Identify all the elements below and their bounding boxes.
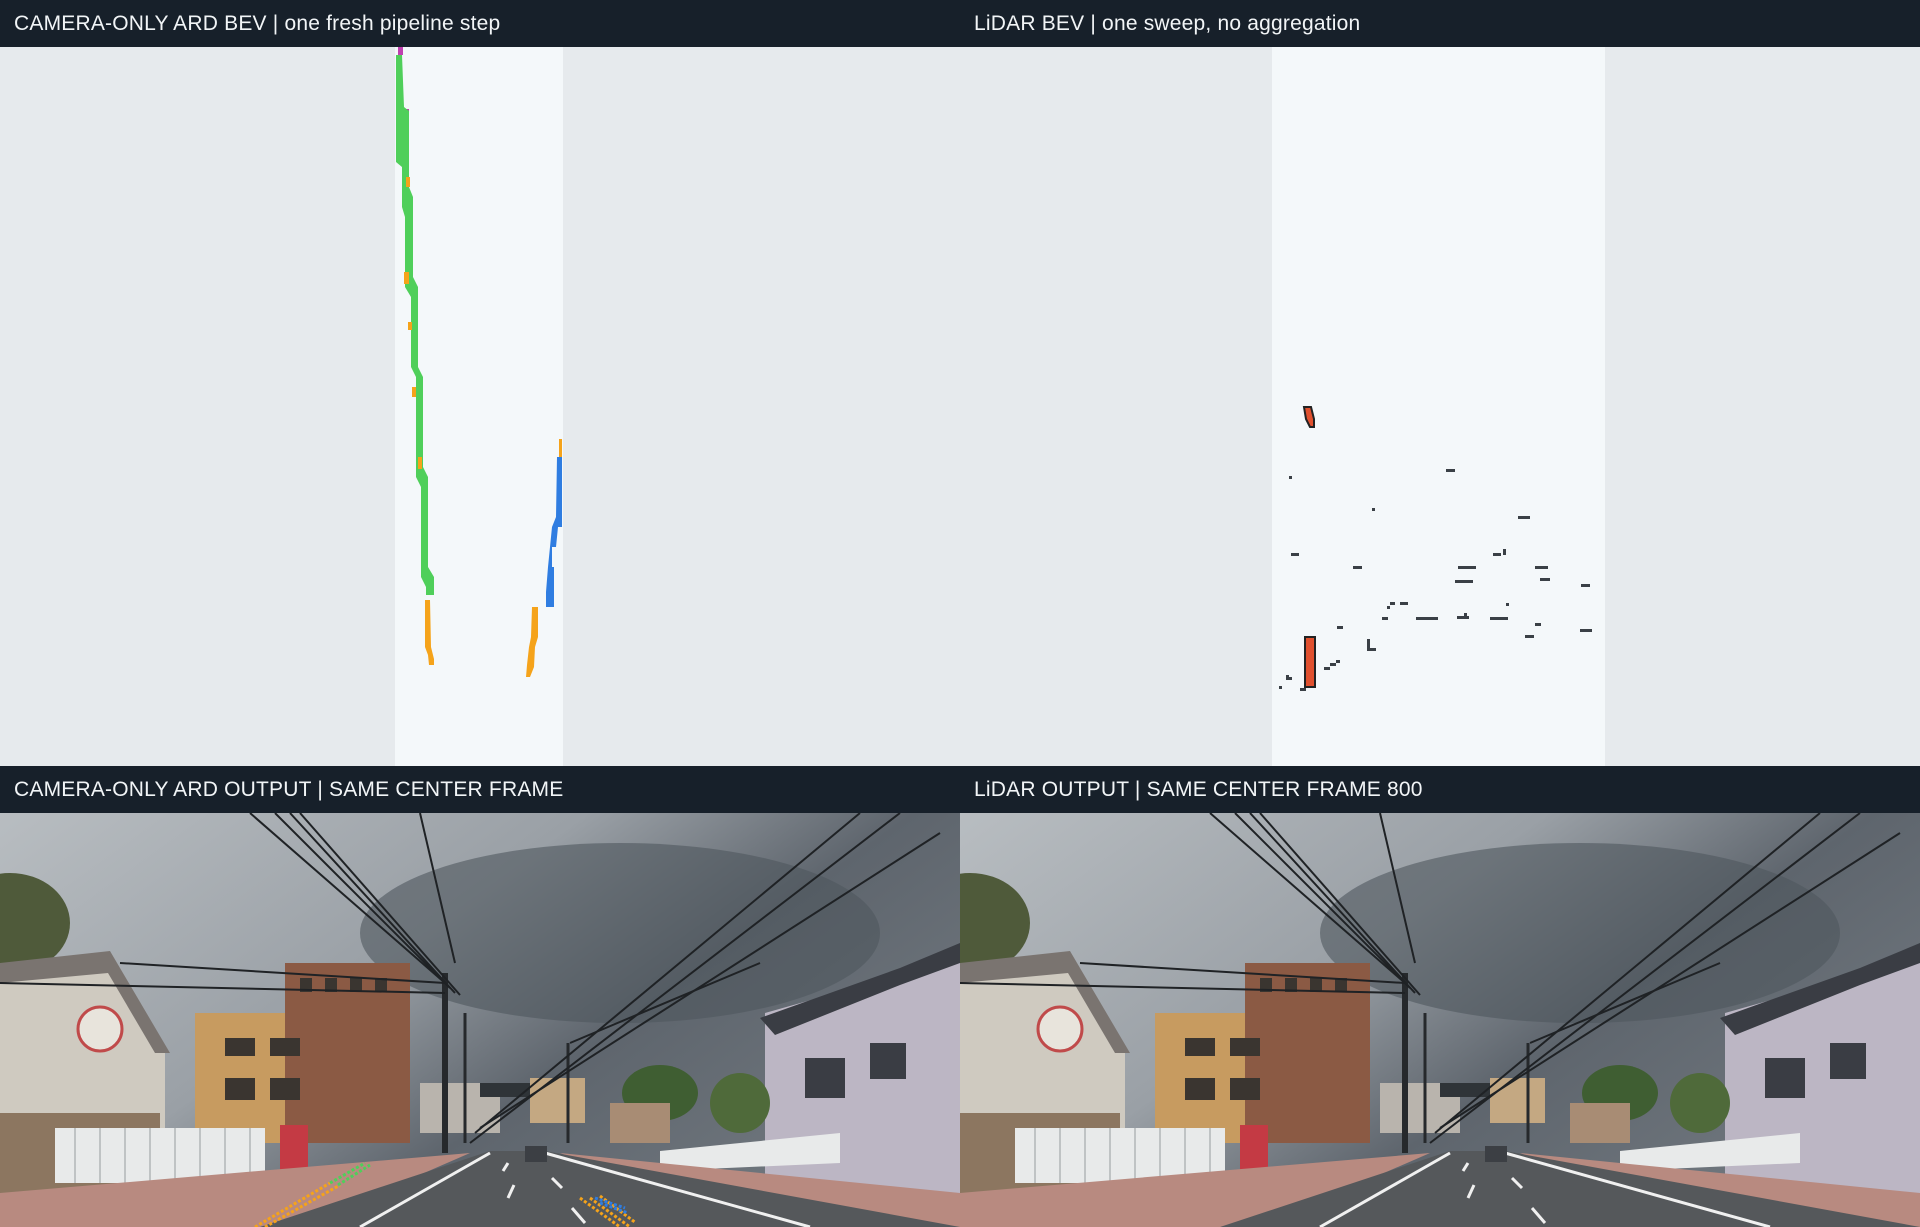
- lane-segment-orange: [412, 387, 416, 397]
- vending-machine: [1240, 1125, 1268, 1173]
- camera-bev-plot: [0, 47, 960, 766]
- lidar-object-box: [1304, 636, 1316, 688]
- lidar-bev-plot: [960, 47, 1920, 766]
- lane-segment-magenta: [398, 47, 403, 55]
- camera-output-panel: CAMERA-ONLY ARD OUTPUT | SAME CENTER FRA…: [0, 766, 960, 1227]
- street-scene: [960, 813, 1920, 1227]
- wall-sign: [1036, 1005, 1084, 1053]
- lidar-output-panel: LiDAR OUTPUT | SAME CENTER FRAME 800: [960, 766, 1920, 1227]
- house-right-window: [1765, 1058, 1805, 1098]
- lane-segment-orange: [408, 322, 412, 330]
- tree: [1670, 1073, 1730, 1133]
- car: [525, 1146, 547, 1162]
- small-house: [1570, 1103, 1630, 1143]
- lidar-output-image: [960, 813, 1920, 1227]
- lane-segment-orange: [418, 457, 422, 469]
- house-right-window: [870, 1043, 906, 1079]
- lane-segment-orange: [404, 272, 409, 284]
- lidar-bev-panel: LiDAR BEV | one sweep, no aggregation: [960, 0, 1920, 766]
- house-right-window: [805, 1058, 845, 1098]
- camera-bev-title: CAMERA-ONLY ARD BEV | one fresh pipeline…: [0, 0, 960, 47]
- camera-output-title: CAMERA-ONLY ARD OUTPUT | SAME CENTER FRA…: [0, 766, 960, 813]
- lane-segment-orange: [559, 439, 562, 457]
- distant-building-right: [1490, 1078, 1545, 1123]
- storm-cloud: [1320, 843, 1840, 1023]
- house-right-window: [1830, 1043, 1866, 1079]
- view-grid: CAMERA-ONLY ARD BEV | one fresh pipeline…: [0, 0, 1920, 1227]
- car: [1485, 1146, 1507, 1162]
- lidar-bev-title: LiDAR BEV | one sweep, no aggregation: [960, 0, 1920, 47]
- lidar-output-title: LiDAR OUTPUT | SAME CENTER FRAME 800: [960, 766, 1920, 813]
- lane-segment-orange: [406, 177, 410, 187]
- storm-cloud: [360, 843, 880, 1023]
- camera-bev-canvas: [0, 47, 960, 766]
- street-scene: [0, 813, 960, 1227]
- lidar-bev-canvas: [960, 47, 1920, 766]
- tree: [710, 1073, 770, 1133]
- bev-roi-region: [1272, 47, 1605, 766]
- distant-building-right: [530, 1078, 585, 1123]
- camera-output-image: [0, 813, 960, 1227]
- small-house: [610, 1103, 670, 1143]
- camera-bev-panel: CAMERA-ONLY ARD BEV | one fresh pipeline…: [0, 0, 960, 766]
- wall-sign: [76, 1005, 124, 1053]
- vending-machine: [280, 1125, 308, 1173]
